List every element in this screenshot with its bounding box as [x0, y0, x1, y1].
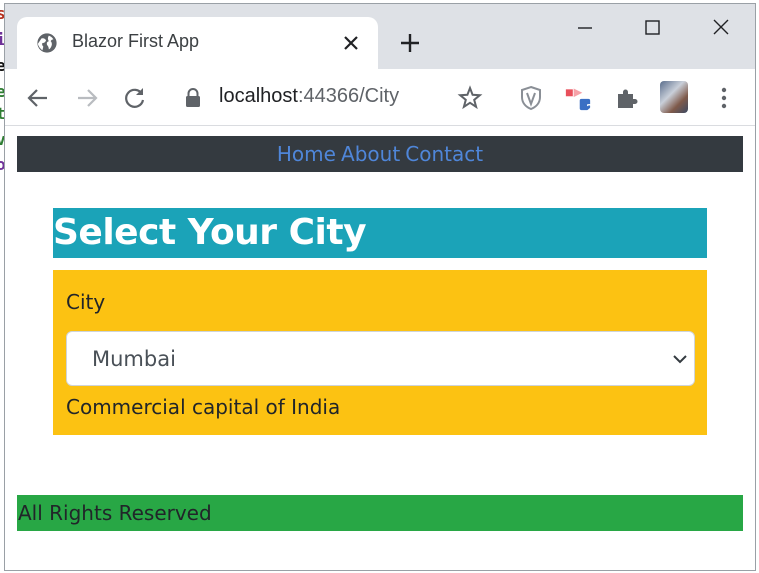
extension-badge: 2	[586, 102, 594, 115]
lock-icon[interactable]	[183, 87, 203, 109]
address-bar[interactable]: localhost:44366/City	[219, 85, 399, 108]
city-description: Commercial capital of India	[66, 395, 341, 419]
url-host: localhost	[219, 85, 298, 107]
city-select[interactable]: Mumbai	[66, 331, 695, 386]
nav-link-home[interactable]: Home	[277, 142, 336, 166]
city-card: City Mumbai Commercial capital of India	[53, 270, 707, 435]
reload-icon[interactable]	[122, 85, 148, 111]
back-arrow-icon[interactable]	[25, 85, 51, 111]
web-page: Home About Contact Select Your City City…	[5, 126, 755, 570]
profile-avatar[interactable]	[660, 81, 688, 113]
browser-window: Blazor First App localhost:44366/City 2 …	[4, 3, 756, 571]
browser-toolbar: localhost:44366/City 2	[5, 69, 755, 126]
close-tab-icon[interactable]	[341, 33, 361, 53]
tab-strip: Blazor First App	[5, 4, 755, 69]
city-label: City	[66, 290, 106, 314]
footer-text: All Rights Reserved	[18, 501, 212, 525]
page-footer: All Rights Reserved	[17, 495, 743, 531]
maximize-icon[interactable]	[638, 17, 666, 45]
star-bookmark-icon[interactable]	[457, 85, 483, 111]
chevron-down-icon	[673, 355, 687, 364]
menu-kebab-icon[interactable]	[711, 85, 737, 111]
forward-arrow-icon[interactable]	[74, 85, 100, 111]
minimize-icon[interactable]	[571, 17, 599, 45]
url-path: :44366/City	[297, 85, 400, 107]
close-window-icon[interactable]	[707, 17, 735, 45]
navbar: Home About Contact	[17, 136, 743, 172]
globe-icon	[37, 33, 57, 53]
page-heading-banner: Select Your City	[53, 208, 707, 258]
browser-tab[interactable]: Blazor First App	[17, 17, 378, 69]
new-tab-icon[interactable]	[399, 32, 421, 54]
city-select-value: Mumbai	[92, 347, 176, 371]
shield-extension-icon[interactable]	[518, 85, 544, 111]
nav-link-about[interactable]: About	[341, 142, 400, 166]
nav-link-contact[interactable]: Contact	[405, 142, 483, 166]
tab-title: Blazor First App	[72, 31, 200, 51]
puzzle-extensions-icon[interactable]	[614, 85, 640, 111]
page-title: Select Your City	[53, 212, 367, 253]
